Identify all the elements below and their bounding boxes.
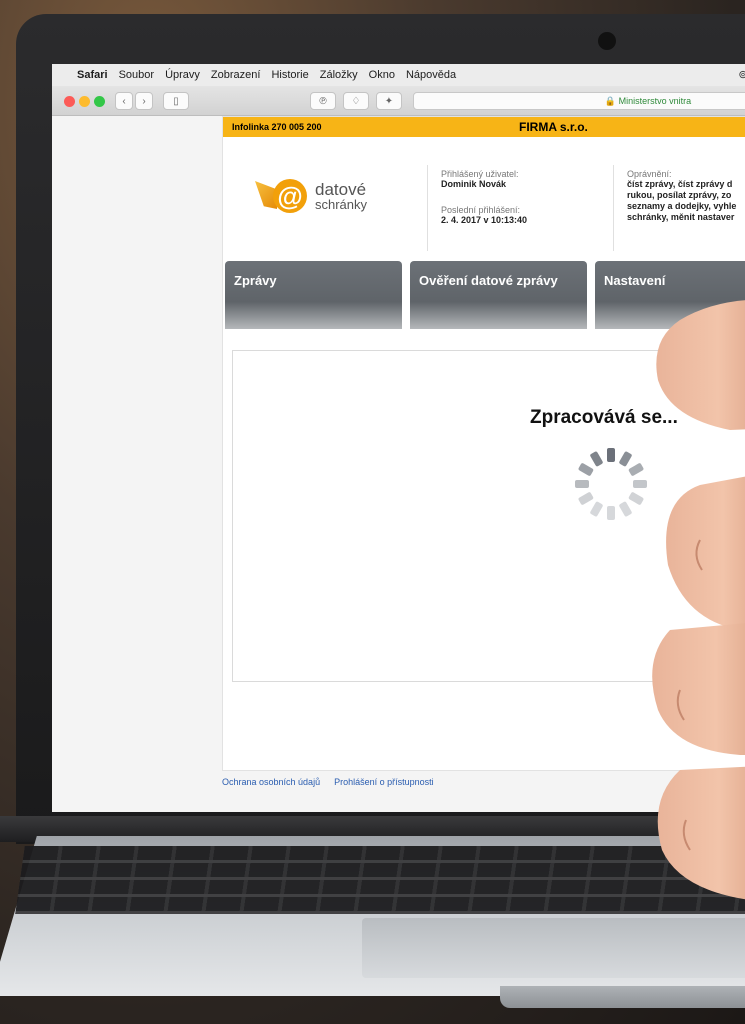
menu-historie[interactable]: Historie <box>271 69 308 81</box>
forward-button[interactable]: › <box>135 92 153 110</box>
loading-spinner-icon <box>575 448 647 520</box>
address-text: Ministerstvo vnitra <box>618 96 692 106</box>
tab-overeni[interactable]: Ověření datové zprávy <box>410 261 587 329</box>
minimize-window-icon[interactable] <box>79 96 90 107</box>
lock-icon: 🔒 <box>604 95 619 106</box>
status-icons: ⊚ ▭ <box>738 68 745 81</box>
divider <box>613 165 614 251</box>
infolinka: Infolinka 270 005 200 <box>232 122 322 132</box>
at-sign-icon: @ <box>255 177 315 215</box>
privacy-link[interactable]: Ochrana osobních údajů <box>222 777 320 787</box>
laptop-foot <box>500 986 745 1008</box>
info-bar: Infolinka 270 005 200 FIRMA s.r.o. <box>223 117 745 137</box>
menu-zobrazeni[interactable]: Zobrazení <box>211 69 261 81</box>
sidebar-toggle-icon[interactable]: ▯ <box>163 92 189 110</box>
user-info: Přihlášený uživatel: Dominik Novák Posle… <box>441 169 527 225</box>
permissions-line: seznamy a dodejky, vyhle <box>627 201 737 211</box>
menu-upravy[interactable]: Úpravy <box>165 69 200 81</box>
menu-zalozky[interactable]: Záložky <box>320 69 358 81</box>
accessibility-link[interactable]: Prohlášení o přístupnosti <box>334 777 434 787</box>
shield-icon[interactable]: ♢ <box>343 92 369 110</box>
firm-name: FIRMA s.r.o. <box>519 120 588 134</box>
safari-toolbar: ‹ › ▯ ℗ ♢ ✦ 🔒 Ministerstvo vnitra <box>52 86 745 116</box>
menu-napoveda[interactable]: Nápověda <box>406 69 456 81</box>
menu-okno[interactable]: Okno <box>369 69 395 81</box>
back-button[interactable]: ‹ <box>115 92 133 110</box>
close-window-icon[interactable] <box>64 96 75 107</box>
menu-app-name[interactable]: Safari <box>77 69 108 81</box>
address-bar[interactable]: 🔒 Ministerstvo vnitra <box>413 92 745 110</box>
extension-icon[interactable]: ✦ <box>376 92 402 110</box>
zoom-window-icon[interactable] <box>94 96 105 107</box>
pinterest-icon[interactable]: ℗ <box>310 92 336 110</box>
logo-line1: datové <box>315 179 367 199</box>
permissions-label: Oprávnění: <box>627 169 672 179</box>
keyboard <box>15 846 745 914</box>
tab-zpravy[interactable]: Zprávy <box>225 261 402 329</box>
logo-line2: schránky <box>315 196 368 212</box>
hand-image <box>652 300 745 900</box>
divider <box>427 165 428 251</box>
permissions-line: schránky, měnit nastaver <box>627 212 735 222</box>
permissions-line: číst zprávy, číst zprávy d <box>627 179 733 189</box>
permissions: Oprávnění: číst zprávy, číst zprávy d ru… <box>627 169 745 223</box>
user-name: Dominik Novák <box>441 179 507 189</box>
footer-links: Ochrana osobních údajů Prohlášení o přís… <box>222 777 434 787</box>
datove-schranky-logo[interactable]: @ datové schránky <box>255 177 367 215</box>
menu-soubor[interactable]: Soubor <box>119 69 154 81</box>
last-login-value: 2. 4. 2017 v 10:13:40 <box>441 215 528 225</box>
last-login-label: Poslední přihlášení: <box>441 205 521 215</box>
share-icon[interactable]: ⊚ <box>738 68 745 81</box>
mac-menubar: Safari Soubor Úpravy Zobrazení Historie … <box>52 64 745 86</box>
user-label: Přihlášený uživatel: <box>441 169 519 179</box>
permissions-line: rukou, posílat zprávy, zo <box>627 190 732 200</box>
camera <box>598 32 616 50</box>
